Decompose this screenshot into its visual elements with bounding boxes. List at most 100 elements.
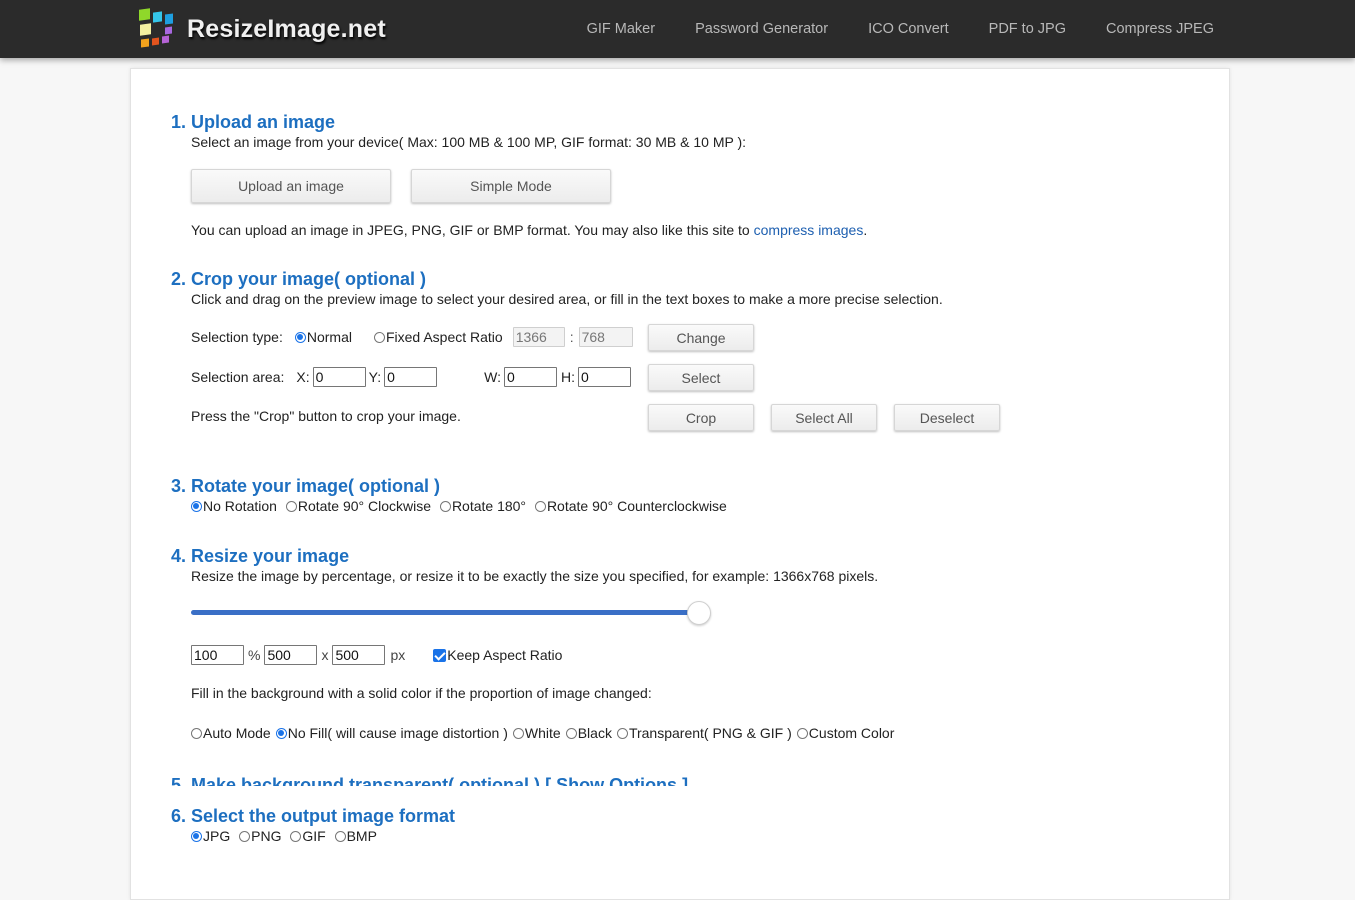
site-logo[interactable]: ResizeImage.net [137,8,386,50]
radio-icon[interactable] [565,727,577,739]
section-rotate-title: 3. Rotate your image( optional ) [171,476,441,496]
option-label: BMP [346,828,377,844]
rotation-options: No Rotation Rotate 90° Clockwise Rotate … [191,497,732,516]
option-label: JPG [203,828,231,844]
radio-icon[interactable] [290,830,302,842]
width-px-input[interactable] [264,645,318,665]
radio-selected-icon[interactable] [275,727,287,739]
fill-description: Fill in the background with a solid colo… [191,685,652,701]
show-options-link[interactable]: [ Show Options ] [545,775,688,786]
format-jpg-option[interactable]: JPG [191,827,230,845]
compress-images-link[interactable]: compress images [754,222,864,238]
resize-inputs-row: % x px Keep Aspect Ratio [191,644,567,666]
nav-compress-jpeg[interactable]: Compress JPEG [1106,21,1214,37]
selection-area-label: Selection area: [191,369,285,385]
section-transparent-bg: 5. Make background transparent( optional… [171,774,688,786]
fill-white-option[interactable]: White [512,725,561,741]
fill-none-option[interactable]: No Fill( will cause image distortion ) [275,725,508,741]
section-upload-title: 1. Upload an image [171,112,336,132]
upload-image-button[interactable]: Upload an image [191,169,391,203]
option-label: Transparent( PNG & GIF ) [628,725,792,741]
w-input[interactable] [503,367,557,387]
upload-note-suffix: . [863,222,868,238]
radio-icon[interactable] [616,727,628,739]
radio-selected-icon[interactable] [191,830,202,842]
normal-label: Normal [306,329,352,345]
percent-sign: % [248,647,261,663]
crop-note: Press the "Crop" button to crop your ima… [191,408,461,424]
fill-black-option[interactable]: Black [565,725,612,741]
crop-button[interactable]: Crop [648,404,754,431]
radio-icon[interactable] [796,727,808,739]
radio-icon[interactable] [439,500,451,512]
rotate-90-cw-option[interactable]: Rotate 90° Clockwise [285,497,432,515]
fixed-ratio-label: Fixed Aspect Ratio [385,329,503,345]
nav-ico-convert[interactable]: ICO Convert [868,21,949,37]
ratio-height-input[interactable] [578,327,633,347]
radio-icon[interactable] [534,500,546,512]
main-panel: 1. Upload an image Select an image from … [130,68,1230,900]
radio-selected-icon[interactable] [191,500,202,512]
radio-icon[interactable] [239,830,251,842]
section-transparent-bg-title: 5. Make background transparent( optional… [171,774,688,786]
format-gif-option[interactable]: GIF [290,827,326,845]
option-label: White [524,725,561,741]
main-nav: GIF Maker Password Generator ICO Convert… [547,0,1214,58]
fill-auto-option[interactable]: Auto Mode [191,725,271,741]
option-label: No Rotation [203,498,277,514]
resize-slider-thumb[interactable] [687,601,711,625]
rotate-180-option[interactable]: Rotate 180° [439,497,527,515]
fill-custom-color-option[interactable]: Custom Color [796,725,895,741]
option-label: Rotate 90° Clockwise [297,498,432,514]
rotate-none-option[interactable]: No Rotation [191,497,277,515]
percent-input[interactable] [191,645,244,665]
selection-type-row: Selection type: Normal Fixed Aspect Rati… [191,326,633,348]
logo-text: ResizeImage.net [187,14,386,43]
nav-password-generator[interactable]: Password Generator [695,21,828,37]
format-png-option[interactable]: PNG [239,827,281,845]
section-rotate: 3. Rotate your image( optional ) No Rota… [171,475,732,516]
radio-icon[interactable] [373,331,385,343]
option-label: PNG [251,828,282,844]
format-bmp-option[interactable]: BMP [334,827,377,845]
simple-mode-button[interactable]: Simple Mode [411,169,611,203]
radio-icon[interactable] [285,500,297,512]
option-label: Black [577,725,612,741]
h-input[interactable] [577,367,631,387]
radio-icon[interactable] [512,727,524,739]
w-label: W: [484,369,501,385]
fill-transparent-option[interactable]: Transparent( PNG & GIF ) [616,725,792,741]
x-input[interactable] [312,367,366,387]
nav-pdf-to-jpg[interactable]: PDF to JPG [989,21,1066,37]
resize-description: Resize the image by percentage, or resiz… [191,568,879,584]
section-resize-title: 4. Resize your image [171,546,350,566]
select-button[interactable]: Select [648,364,754,391]
nav-gif-maker[interactable]: GIF Maker [587,21,655,37]
radio-icon[interactable] [191,727,202,739]
height-px-input[interactable] [332,645,386,665]
selection-area-row: Selection area: X: Y: W: H: [191,366,631,388]
section-crop: 2. Crop your image( optional ) Click and… [171,268,943,308]
keep-aspect-ratio-checkbox[interactable]: Keep Aspect Ratio [433,647,562,663]
section-output-format-title: 6. Select the output image format [171,806,456,826]
x-label: X: [296,369,310,385]
radio-icon[interactable] [334,830,346,842]
times-sign: x [321,647,329,663]
radio-selected-icon[interactable] [294,331,306,343]
resize-slider-track[interactable] [191,610,701,615]
format-options: JPG PNG GIF BMP [191,827,455,846]
section5-title-text: 5. Make background transparent( optional… [171,775,541,786]
checkbox-checked-icon[interactable] [433,648,447,662]
deselect-button[interactable]: Deselect [894,404,1000,431]
option-label: GIF [302,828,326,844]
rotate-90-ccw-option[interactable]: Rotate 90° Counterclockwise [534,497,727,515]
select-all-button[interactable]: Select All [771,404,877,431]
ratio-width-input[interactable] [512,327,565,347]
selection-type-fixed[interactable]: Fixed Aspect Ratio [373,329,503,345]
option-label: Rotate 180° [451,498,527,514]
selection-type-normal[interactable]: Normal [294,329,352,345]
ratio-separator: : [569,329,574,345]
y-input[interactable] [384,367,438,387]
option-label: Custom Color [808,725,895,741]
change-button[interactable]: Change [648,324,754,351]
